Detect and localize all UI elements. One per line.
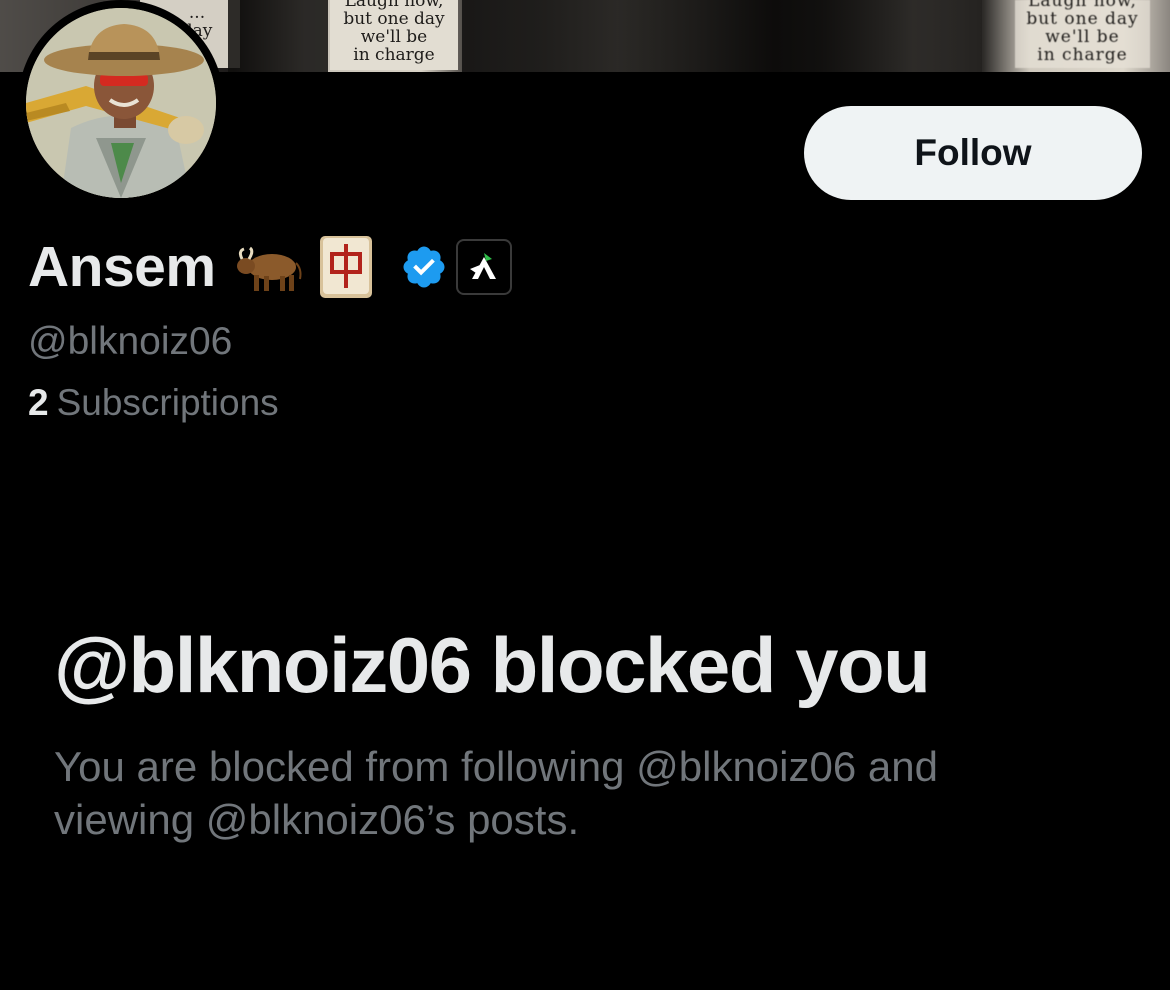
blocked-title: @blknoiz06 blocked you xyxy=(54,621,931,709)
verified-badge-icon[interactable] xyxy=(400,243,448,291)
banner-figures xyxy=(462,0,982,72)
subscriptions-label: Subscriptions xyxy=(56,382,279,423)
profile-name-row: Ansem xyxy=(28,234,512,300)
blocked-description: You are blocked from following @blknoiz0… xyxy=(54,743,938,843)
mahjong-red-dragon-icon xyxy=(318,234,374,300)
subscriptions-link[interactable]: 2 Subscriptions xyxy=(28,382,279,424)
display-name: Ansem xyxy=(28,235,216,299)
banner-poster-main: Laugh now, but one day we'll be in charg… xyxy=(330,0,458,70)
banner-figure xyxy=(228,0,328,72)
follow-button[interactable]: Follow xyxy=(804,106,1142,200)
ox-emoji-icon xyxy=(236,239,304,295)
affiliate-badge-icon[interactable] xyxy=(455,239,512,295)
subscriptions-count: 2 xyxy=(28,382,49,423)
profile-handle: @blknoiz06 xyxy=(28,320,233,363)
avatar-image xyxy=(26,8,216,198)
avatar[interactable] xyxy=(18,0,224,206)
banner-poster-right: Laugh now, but one day we'll be in charg… xyxy=(1015,0,1150,68)
